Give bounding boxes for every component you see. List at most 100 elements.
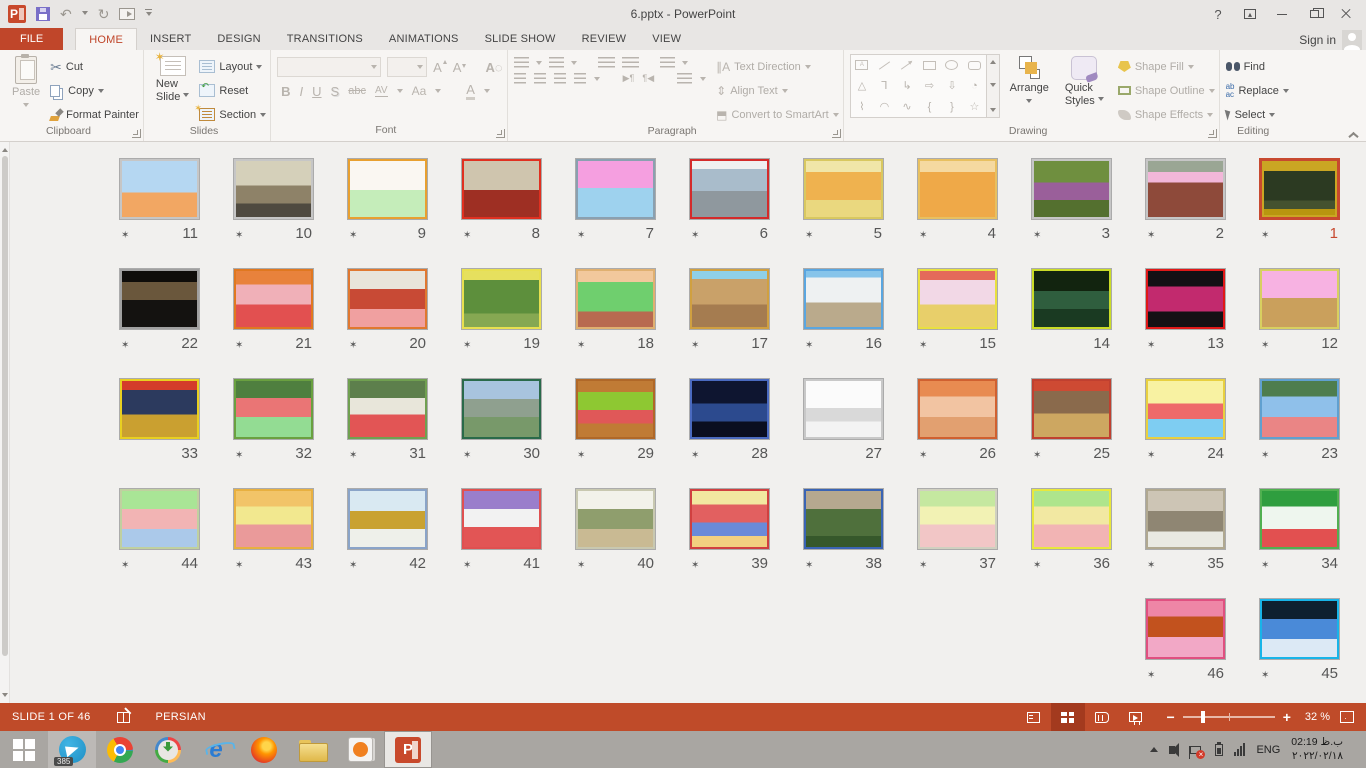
tab-slide-show[interactable]: SLIDE SHOW xyxy=(472,28,569,50)
slide-1-thumbnail[interactable] xyxy=(1259,158,1340,220)
slide-27-thumbnail[interactable] xyxy=(803,378,884,440)
language-indicator[interactable]: PERSIAN xyxy=(156,711,206,723)
taskbar-powerpoint-active[interactable]: P xyxy=(384,731,432,768)
format-painter-button[interactable]: Format Painter xyxy=(50,104,139,125)
slide-20-thumbnail[interactable] xyxy=(347,268,428,330)
scroll-down-icon[interactable] xyxy=(2,693,8,700)
battery-icon[interactable] xyxy=(1215,744,1223,756)
action-center-icon[interactable] xyxy=(1190,746,1201,754)
tab-animations[interactable]: ANIMATIONS xyxy=(376,28,472,50)
arc-shape-icon[interactable]: ◠ xyxy=(880,100,890,113)
select-button[interactable]: Select xyxy=(1226,104,1289,125)
slide-5-thumbnail[interactable] xyxy=(803,158,884,220)
shapes-gallery[interactable]: A △ Ꞁ ↳ ⇨ ⇩ ◔ ⌇ ◠ ∿ { } ☆ xyxy=(850,54,1000,118)
cut-button[interactable]: ✂Cut xyxy=(50,56,139,77)
ltr-direction-icon[interactable]: ▶¶ xyxy=(623,73,635,84)
slide-19-thumbnail[interactable] xyxy=(461,268,542,330)
slide-10-thumbnail[interactable] xyxy=(233,158,314,220)
minimize-button[interactable] xyxy=(1268,3,1296,25)
grow-font-button[interactable]: A xyxy=(433,60,447,75)
shapes-scroll-down-icon[interactable] xyxy=(990,83,996,90)
vertical-scrollbar[interactable] xyxy=(0,142,10,703)
pie-shape-icon[interactable]: ◔ xyxy=(971,80,978,92)
strikethrough-button[interactable]: abc xyxy=(348,85,366,97)
underline-button[interactable]: U xyxy=(312,84,321,99)
language-switcher[interactable]: ENG xyxy=(1256,744,1280,756)
slide-16-thumbnail[interactable] xyxy=(803,268,884,330)
increase-indent-icon[interactable] xyxy=(622,57,639,68)
align-left-icon[interactable] xyxy=(514,73,526,84)
line-shape-icon[interactable] xyxy=(879,61,890,69)
columns-icon[interactable] xyxy=(677,73,692,84)
reset-button[interactable]: Reset xyxy=(199,80,266,101)
convert-smartart-button[interactable]: ⬒Convert to SmartArt xyxy=(716,104,839,125)
start-button[interactable] xyxy=(0,731,48,768)
elbow-arrow-icon[interactable]: ↳ xyxy=(902,79,911,92)
slide-36-thumbnail[interactable] xyxy=(1031,488,1112,550)
right-brace-shape-icon[interactable]: } xyxy=(950,101,954,113)
justify-icon[interactable] xyxy=(574,73,586,84)
paste-button[interactable]: Paste xyxy=(6,54,46,125)
italic-button[interactable]: I xyxy=(300,84,304,99)
taskbar-idm[interactable] xyxy=(144,731,192,768)
clear-formatting-button[interactable]: A◌ xyxy=(485,60,502,75)
slide-28-thumbnail[interactable] xyxy=(689,378,770,440)
line-spacing-icon[interactable] xyxy=(660,57,675,68)
close-button[interactable] xyxy=(1332,3,1360,25)
left-brace-shape-icon[interactable]: { xyxy=(928,101,932,113)
restore-button[interactable] xyxy=(1300,3,1328,25)
find-button[interactable]: Find xyxy=(1226,56,1289,77)
slide-22-thumbnail[interactable] xyxy=(119,268,200,330)
slide-45-thumbnail[interactable] xyxy=(1259,598,1340,660)
numbering-icon[interactable] xyxy=(549,57,564,68)
network-signal-icon[interactable] xyxy=(1234,743,1245,756)
slide-40-thumbnail[interactable] xyxy=(575,488,656,550)
slide-34-thumbnail[interactable] xyxy=(1259,488,1340,550)
slide-11-thumbnail[interactable] xyxy=(119,158,200,220)
replace-button[interactable]: abacReplace xyxy=(1226,80,1289,101)
arrange-button[interactable]: Arrange xyxy=(1004,54,1055,125)
drawing-dialog-launcher[interactable] xyxy=(1208,129,1217,138)
slide-23-thumbnail[interactable] xyxy=(1259,378,1340,440)
right-arrow-shape-icon[interactable]: ⇨ xyxy=(925,79,934,92)
zoom-slider-handle[interactable] xyxy=(1201,711,1205,723)
tab-file[interactable]: FILE xyxy=(0,28,63,50)
slide-sorter-view-button[interactable] xyxy=(1051,703,1085,731)
slide-8-thumbnail[interactable] xyxy=(461,158,542,220)
slide-4-thumbnail[interactable] xyxy=(917,158,998,220)
text-box-shape-icon[interactable]: A xyxy=(855,60,868,70)
slide-37-thumbnail[interactable] xyxy=(917,488,998,550)
shapes-gallery-scrollbar[interactable] xyxy=(986,55,999,117)
new-slide-button[interactable]: NewSlide xyxy=(150,54,196,125)
avatar[interactable] xyxy=(1342,30,1362,50)
slide-32-thumbnail[interactable] xyxy=(233,378,314,440)
taskbar-internet-explorer[interactable]: e xyxy=(192,731,240,768)
tab-insert[interactable]: INSERT xyxy=(137,28,204,50)
zoom-percentage[interactable]: 32 % xyxy=(1305,711,1330,723)
align-text-button[interactable]: ⇕Align Text xyxy=(716,80,839,101)
quick-styles-button[interactable]: QuickStyles xyxy=(1059,54,1110,125)
ellipse-shape-icon[interactable] xyxy=(945,60,958,70)
zoom-slider[interactable] xyxy=(1183,716,1275,718)
bold-button[interactable]: B xyxy=(281,84,290,99)
slide-17-thumbnail[interactable] xyxy=(689,268,770,330)
scroll-up-icon[interactable] xyxy=(2,145,8,152)
rounded-rectangle-shape-icon[interactable] xyxy=(968,61,981,70)
show-hidden-icons[interactable] xyxy=(1150,743,1158,752)
section-button[interactable]: Section xyxy=(199,104,266,125)
slide-21-thumbnail[interactable] xyxy=(233,268,314,330)
ribbon-display-options-button[interactable]: ▴ xyxy=(1236,3,1264,25)
decrease-indent-icon[interactable] xyxy=(598,57,615,68)
slide-25-thumbnail[interactable] xyxy=(1031,378,1112,440)
slide-13-thumbnail[interactable] xyxy=(1145,268,1226,330)
taskbar-telegram[interactable]: 385 xyxy=(48,731,96,768)
shape-outline-button[interactable]: Shape Outline xyxy=(1118,80,1215,101)
spell-check-icon[interactable] xyxy=(117,712,130,723)
slide-42-thumbnail[interactable] xyxy=(347,488,428,550)
tab-review[interactable]: REVIEW xyxy=(569,28,640,50)
zoom-out-button[interactable]: − xyxy=(1167,709,1175,725)
tab-transitions[interactable]: TRANSITIONS xyxy=(274,28,376,50)
copy-button[interactable]: Copy xyxy=(50,80,139,101)
slide-35-thumbnail[interactable] xyxy=(1145,488,1226,550)
tab-view[interactable]: VIEW xyxy=(639,28,694,50)
